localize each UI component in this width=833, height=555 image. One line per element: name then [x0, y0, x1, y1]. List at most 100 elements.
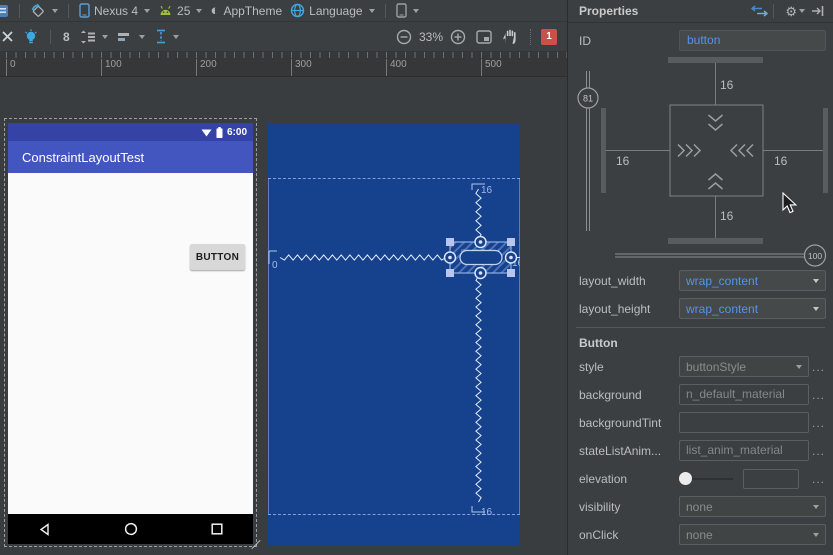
- corner-handle-tl[interactable]: [446, 238, 454, 246]
- layout-height-label: layout_height: [579, 301, 651, 316]
- style-label: style: [579, 359, 604, 374]
- layout-width-row: layout_width wrap_content: [568, 267, 833, 294]
- elevation-more-button[interactable]: ...: [809, 472, 825, 486]
- top-constraint-spring[interactable]: [475, 188, 482, 240]
- onclick-label: onClick: [579, 527, 619, 542]
- anchor-top[interactable]: [474, 235, 487, 249]
- parent-top-bar[interactable]: [668, 57, 763, 63]
- bottom-constraint-spring[interactable]: [475, 275, 482, 503]
- pan-button[interactable]: [499, 27, 520, 47]
- ruler-label: 200: [196, 59, 217, 76]
- id-input[interactable]: button: [679, 30, 826, 51]
- top-margin-label: 16: [481, 185, 493, 196]
- widget-margin-right[interactable]: 16: [774, 154, 788, 168]
- widget-margin-left[interactable]: 16: [616, 154, 630, 168]
- elevation-input[interactable]: [743, 468, 799, 489]
- left-constraint-spring[interactable]: [279, 254, 447, 261]
- elevation-slider-knob[interactable]: [679, 472, 692, 485]
- locale-selector[interactable]: Language: [287, 1, 377, 21]
- parent-right-bar[interactable]: [823, 108, 828, 193]
- background-more-button[interactable]: ...: [809, 388, 825, 402]
- api-level-selector[interactable]: 25: [155, 1, 205, 21]
- layout-height-dropdown[interactable]: wrap_content: [679, 298, 826, 319]
- default-margin-button[interactable]: 8: [60, 27, 73, 47]
- anchor-right[interactable]: [504, 251, 518, 264]
- state-list-anim-more-button[interactable]: ...: [809, 444, 825, 458]
- blueprint-overlay: 16 0 16 16 BUTTON: [268, 183, 520, 518]
- horizontal-ruler: 0 100 200 300 400 500: [0, 52, 567, 77]
- api-level-label: 25: [177, 3, 191, 18]
- theme-selector[interactable]: ◐ AppTheme: [207, 1, 285, 21]
- panel-settings-button[interactable]: ⚙: [785, 5, 805, 18]
- phone-icon: [79, 3, 90, 18]
- zoom-to-fit-button[interactable]: [473, 27, 495, 47]
- onclick-dropdown[interactable]: none: [679, 524, 826, 545]
- background-input[interactable]: n_default_material: [679, 384, 809, 405]
- left-margin-label: 0: [272, 260, 278, 271]
- clear-constraints-button[interactable]: [0, 27, 17, 47]
- design-canvas[interactable]: 6:00 ConstraintLayoutTest BUTTON 16 0 16…: [0, 78, 567, 555]
- corner-handle-tr[interactable]: [507, 238, 515, 246]
- target-device-button[interactable]: [393, 1, 422, 21]
- background-tint-input[interactable]: [679, 412, 809, 433]
- error-count: 1: [546, 31, 552, 42]
- error-count-badge[interactable]: 1: [541, 28, 557, 45]
- vertical-bias-knob[interactable]: 81: [577, 87, 599, 109]
- elevation-slider[interactable]: [679, 472, 733, 485]
- baseline-handle[interactable]: [459, 249, 503, 266]
- orientation-button[interactable]: [27, 1, 61, 21]
- dropdown-caret: [799, 9, 805, 13]
- background-tint-more-button[interactable]: ...: [809, 416, 825, 430]
- constraint-inspector: 16 16 16 16 81 100: [568, 55, 833, 267]
- visibility-dropdown[interactable]: none: [679, 496, 826, 517]
- parent-bottom-bar[interactable]: [668, 238, 763, 244]
- zoom-in-button[interactable]: [447, 27, 469, 47]
- button-section-header: Button: [579, 335, 618, 350]
- pack-button[interactable]: [77, 27, 111, 47]
- dropdown-caret: [368, 8, 375, 13]
- pack-expand-icon: [80, 30, 95, 43]
- hand-icon: [503, 29, 516, 44]
- state-list-anim-input[interactable]: list_anim_material: [679, 440, 809, 461]
- wrap-content-arrows[interactable]: [677, 114, 754, 190]
- align-button[interactable]: [115, 27, 148, 47]
- dropdown-caret: [138, 34, 145, 39]
- dropdown-caret: [813, 532, 819, 537]
- app-title: ConstraintLayoutTest: [22, 149, 145, 165]
- ruler-label: 0: [6, 59, 16, 76]
- zoom-in-icon: [450, 29, 466, 44]
- horizontal-bias-knob[interactable]: 100: [803, 244, 827, 267]
- dropdown-caret: [796, 364, 802, 369]
- theme-label: AppTheme: [223, 3, 283, 18]
- corner-handle-br[interactable]: [507, 269, 515, 277]
- widget-margin-top[interactable]: 16: [720, 78, 734, 92]
- layout-width-dropdown[interactable]: wrap_content: [679, 270, 826, 291]
- default-margin-value: 8: [63, 29, 70, 44]
- device-selector[interactable]: Nexus 4: [76, 1, 153, 21]
- widget-margin-bottom[interactable]: 16: [720, 209, 734, 223]
- parent-left-bar[interactable]: [601, 108, 606, 193]
- zoom-level-label: 33%: [418, 29, 443, 44]
- style-more-button[interactable]: ...: [809, 360, 825, 374]
- blueprint-view[interactable]: 16 0 16 16 BUTTON: [268, 123, 520, 546]
- properties-header: Properties ⚙: [568, 0, 833, 23]
- dropdown-caret: [144, 8, 151, 13]
- dropdown-caret: [813, 278, 819, 283]
- visibility-label: visibility: [579, 499, 621, 514]
- hide-panel-button[interactable]: [811, 5, 825, 17]
- anchor-bottom[interactable]: [474, 266, 487, 280]
- guidelines-button[interactable]: [152, 27, 182, 47]
- corner-handle-bl[interactable]: [446, 269, 454, 277]
- zoom-out-button[interactable]: [393, 27, 415, 47]
- infer-constraints-button[interactable]: [21, 27, 41, 47]
- dropdown-caret: [101, 34, 108, 39]
- surface-mode-button[interactable]: [0, 1, 12, 21]
- style-row: style buttonStyle ...: [568, 353, 833, 380]
- style-dropdown[interactable]: buttonStyle: [679, 356, 809, 377]
- design-button-widget[interactable]: BUTTON: [190, 244, 245, 270]
- background-tint-label: backgroundTint: [579, 415, 662, 430]
- swap-panel-button[interactable]: [751, 5, 769, 17]
- design-view[interactable]: 6:00 ConstraintLayoutTest BUTTON: [8, 123, 253, 544]
- id-row: ID button: [568, 27, 833, 54]
- anchor-left[interactable]: [443, 251, 457, 264]
